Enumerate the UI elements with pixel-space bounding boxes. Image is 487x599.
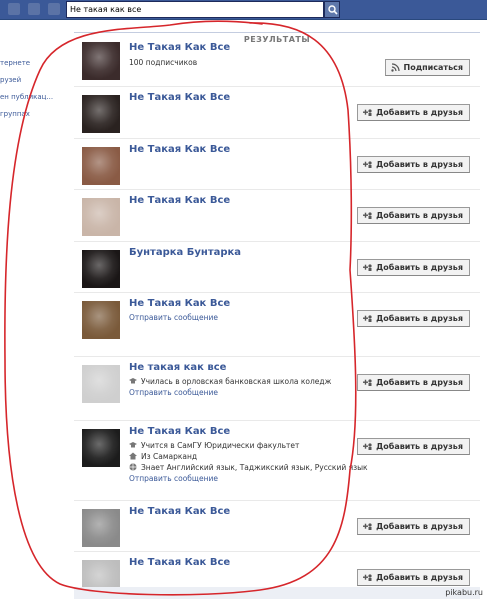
avatar[interactable] [82, 95, 120, 133]
add-friend-button[interactable]: Добавить в друзья [357, 259, 470, 276]
subscribe-button[interactable]: Подписаться [384, 59, 470, 76]
button-label: Добавить в друзья [376, 442, 463, 451]
messages-icon[interactable] [28, 3, 40, 15]
button-label: Добавить в друзья [376, 263, 463, 272]
education-info: Учится в СамГУ Юридически факультет [129, 441, 299, 450]
friend-requests-icon[interactable] [8, 3, 20, 15]
avatar[interactable] [82, 365, 120, 403]
profile-name[interactable]: Не Такая Как Все [129, 92, 230, 103]
profile-name[interactable]: Не Такая Как Все [129, 144, 230, 155]
add-friend-icon [363, 379, 372, 386]
profile-name[interactable]: Не Такая Как Все [129, 557, 230, 568]
education-text: Учится в СамГУ Юридически факультет [141, 441, 300, 450]
button-label: Добавить в друзья [376, 211, 463, 220]
add-friend-icon [363, 523, 372, 530]
search-results-panel: РЕЗУЛЬТАТЫ Не Такая Как Все 100 подписчик… [74, 22, 480, 599]
result-row: Не Такая Как Все 100 подписчиков Подписать… [74, 37, 480, 87]
add-friend-icon [363, 264, 372, 271]
left-nav-item[interactable]: группах [0, 106, 60, 123]
languages-text: Знает Английский язык, Таджикский язык, … [141, 463, 368, 472]
result-row: Не Такая Как Все Учится в СамГУ Юридическ… [74, 421, 480, 501]
header-divider [74, 32, 480, 33]
subscriber-count: 100 подписчиков [129, 58, 198, 67]
button-label: Подписаться [403, 63, 464, 72]
add-friend-icon [363, 212, 372, 219]
send-message-link[interactable]: Отправить сообщение [129, 474, 218, 483]
add-friend-button[interactable]: Добавить в друзья [357, 438, 470, 455]
watermark: pikabu.ru [445, 588, 483, 597]
rss-icon [390, 63, 400, 72]
add-friend-button[interactable]: Добавить в друзья [357, 156, 470, 173]
send-message-link[interactable]: Отправить сообщение [129, 313, 218, 322]
profile-name[interactable]: Не Такая Как Все [129, 426, 230, 437]
hometown-info: Из Самарканд [129, 452, 197, 461]
left-nav: тернете рузей ен публикац... группах [0, 55, 60, 123]
button-label: Добавить в друзья [376, 378, 463, 387]
add-friend-button[interactable]: Добавить в друзья [357, 104, 470, 121]
result-row: Не Такая Как Все Добавить в друзья [74, 501, 480, 552]
notifications-icon[interactable] [48, 3, 60, 15]
languages-info: Знает Английский язык, Таджикский язык, … [129, 463, 368, 472]
add-friend-icon [363, 443, 372, 450]
left-nav-item[interactable]: ен публикац... [0, 89, 60, 106]
avatar[interactable] [82, 301, 120, 339]
add-friend-button[interactable]: Добавить в друзья [357, 518, 470, 535]
profile-name[interactable]: Не Такая Как Все [129, 298, 230, 309]
search-input[interactable]: Не такая как все [66, 1, 324, 18]
profile-name[interactable]: Не Такая Как Все [129, 42, 230, 53]
search-button[interactable] [324, 1, 340, 18]
add-friend-button[interactable]: Добавить в друзья [357, 207, 470, 224]
avatar[interactable] [82, 147, 120, 185]
footer-bar [74, 587, 480, 599]
add-friend-button[interactable]: Добавить в друзья [357, 569, 470, 586]
result-row: Не такая как все Училась в орловская банк… [74, 357, 480, 421]
button-label: Добавить в друзья [376, 314, 463, 323]
avatar[interactable] [82, 509, 120, 547]
education-icon [129, 378, 137, 384]
hometown-text: Из Самарканд [141, 452, 198, 461]
result-row: Не Такая Как Все Отправить сообщение Добав… [74, 293, 480, 357]
result-row: Не Такая Как Все Добавить в друзья [74, 190, 480, 242]
profile-name[interactable]: Не Такая Как Все [129, 506, 230, 517]
education-icon [129, 442, 137, 448]
result-row: Бунтарка Бунтарка Добавить в друзья [74, 242, 480, 293]
profile-name[interactable]: Не Такая Как Все [129, 195, 230, 206]
result-row: Не Такая Как Все Добавить в друзья [74, 87, 480, 139]
avatar[interactable] [82, 250, 120, 288]
home-icon [129, 452, 137, 460]
button-label: Добавить в друзья [376, 108, 463, 117]
button-label: Добавить в друзья [376, 522, 463, 531]
avatar[interactable] [82, 42, 120, 80]
search-icon [328, 5, 338, 15]
add-friend-button[interactable]: Добавить в друзья [357, 310, 470, 327]
avatar[interactable] [82, 429, 120, 467]
add-friend-icon [363, 109, 372, 116]
profile-name[interactable]: Не такая как все [129, 362, 226, 373]
top-bar: Не такая как все [0, 0, 487, 20]
globe-icon [129, 463, 137, 471]
add-friend-button[interactable]: Добавить в друзья [357, 374, 470, 391]
left-nav-item[interactable]: рузей [0, 72, 60, 89]
add-friend-icon [363, 315, 372, 322]
button-label: Добавить в друзья [376, 573, 463, 582]
left-nav-item[interactable]: тернете [0, 55, 60, 72]
avatar[interactable] [82, 198, 120, 236]
send-message-link[interactable]: Отправить сообщение [129, 388, 218, 397]
education-text: Училась в орловская банковская школа кол… [141, 377, 332, 386]
result-row: Не Такая Как Все Добавить в друзья [74, 139, 480, 190]
button-label: Добавить в друзья [376, 160, 463, 169]
add-friend-icon [363, 161, 372, 168]
profile-name[interactable]: Бунтарка Бунтарка [129, 247, 241, 258]
education-info: Училась в орловская банковская школа кол… [129, 377, 331, 386]
add-friend-icon [363, 574, 372, 581]
